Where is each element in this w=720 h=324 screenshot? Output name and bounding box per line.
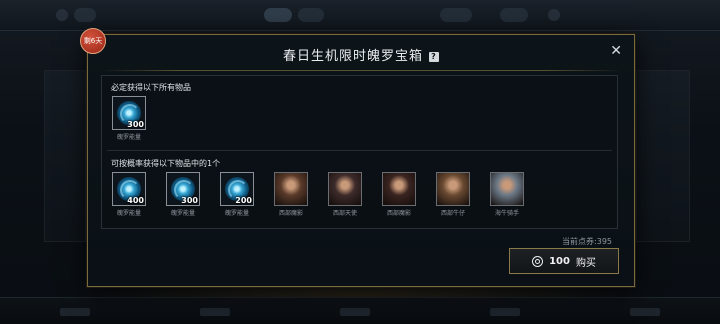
champion-portrait-icon bbox=[382, 172, 416, 206]
top-tab-active[interactable] bbox=[264, 8, 292, 22]
champion-portrait-icon bbox=[490, 172, 524, 206]
dialog-title: 春日生机限时魄罗宝箱? bbox=[88, 45, 634, 64]
coin-icon bbox=[532, 255, 544, 267]
guaranteed-item[interactable]: 300 魄罗能量 bbox=[110, 96, 148, 141]
chest-dialog: 春日生机限时魄罗宝箱? ✕ 必定获得以下所有物品 300 魄罗能量 可按概率获得… bbox=[87, 34, 635, 287]
poro-energy-orb-icon: 300 bbox=[166, 172, 200, 206]
poro-energy-orb-icon: 200 bbox=[220, 172, 254, 206]
help-icon[interactable]: ? bbox=[429, 52, 439, 62]
buy-button[interactable]: 100 购买 bbox=[509, 248, 619, 274]
item-quantity: 200 bbox=[235, 196, 252, 205]
chance-item[interactable]: 西部魔影 bbox=[272, 172, 310, 217]
chance-item[interactable]: 西部魔影 bbox=[380, 172, 418, 217]
chance-item[interactable]: 200 魄罗能量 bbox=[218, 172, 256, 217]
background-card bbox=[44, 70, 86, 242]
item-quantity: 300 bbox=[127, 120, 144, 129]
item-caption: 西部魔影 bbox=[386, 210, 411, 217]
champion-portrait-icon bbox=[328, 172, 362, 206]
chance-item[interactable]: 西部牛仔 bbox=[434, 172, 472, 217]
item-caption: 魄罗能量 bbox=[170, 210, 195, 217]
item-quantity: 300 bbox=[181, 196, 198, 205]
dialog-title-text: 春日生机限时魄罗宝箱 bbox=[282, 49, 423, 64]
guaranteed-label: 必定获得以下所有物品 bbox=[111, 83, 191, 92]
title-divider bbox=[100, 70, 622, 71]
chance-label: 可按概率获得以下物品中的1个 bbox=[111, 159, 221, 168]
item-quantity: 400 bbox=[127, 196, 144, 205]
item-caption: 魄罗能量 bbox=[116, 134, 141, 141]
close-icon[interactable]: ✕ bbox=[610, 43, 622, 59]
chance-item[interactable]: 300 魄罗能量 bbox=[164, 172, 202, 217]
contents-panel: 必定获得以下所有物品 300 魄罗能量 可按概率获得以下物品中的1个 400 魄罗… bbox=[101, 75, 618, 229]
item-caption: 魄罗能量 bbox=[224, 210, 249, 217]
top-bar bbox=[0, 0, 720, 31]
background-card bbox=[636, 70, 690, 242]
bottom-bar bbox=[0, 297, 720, 324]
item-caption: 西部天使 bbox=[332, 210, 357, 217]
champion-portrait-icon bbox=[436, 172, 470, 206]
chance-item[interactable]: 西部天使 bbox=[326, 172, 364, 217]
chance-item[interactable]: 海牛骑手 bbox=[488, 172, 526, 217]
top-tab[interactable] bbox=[500, 8, 528, 22]
current-points: 当前点券:395 bbox=[562, 237, 612, 246]
top-tab[interactable] bbox=[298, 8, 324, 22]
top-tab[interactable] bbox=[440, 8, 472, 22]
profile-icon[interactable] bbox=[548, 9, 560, 21]
home-icon[interactable] bbox=[56, 9, 68, 21]
item-caption: 西部魔影 bbox=[278, 210, 303, 217]
buy-label: 购买 bbox=[575, 257, 596, 269]
chance-item[interactable]: 400 魄罗能量 bbox=[110, 172, 148, 217]
item-caption: 海牛骑手 bbox=[494, 210, 519, 217]
item-caption: 西部牛仔 bbox=[440, 210, 465, 217]
top-tab[interactable] bbox=[74, 8, 96, 22]
poro-energy-orb-icon: 300 bbox=[112, 96, 146, 130]
time-left-badge: 剩6天 bbox=[80, 28, 106, 54]
buy-price: 100 bbox=[549, 255, 570, 267]
champion-portrait-icon bbox=[274, 172, 308, 206]
section-divider bbox=[107, 150, 612, 151]
poro-energy-orb-icon: 400 bbox=[112, 172, 146, 206]
item-caption: 魄罗能量 bbox=[116, 210, 141, 217]
